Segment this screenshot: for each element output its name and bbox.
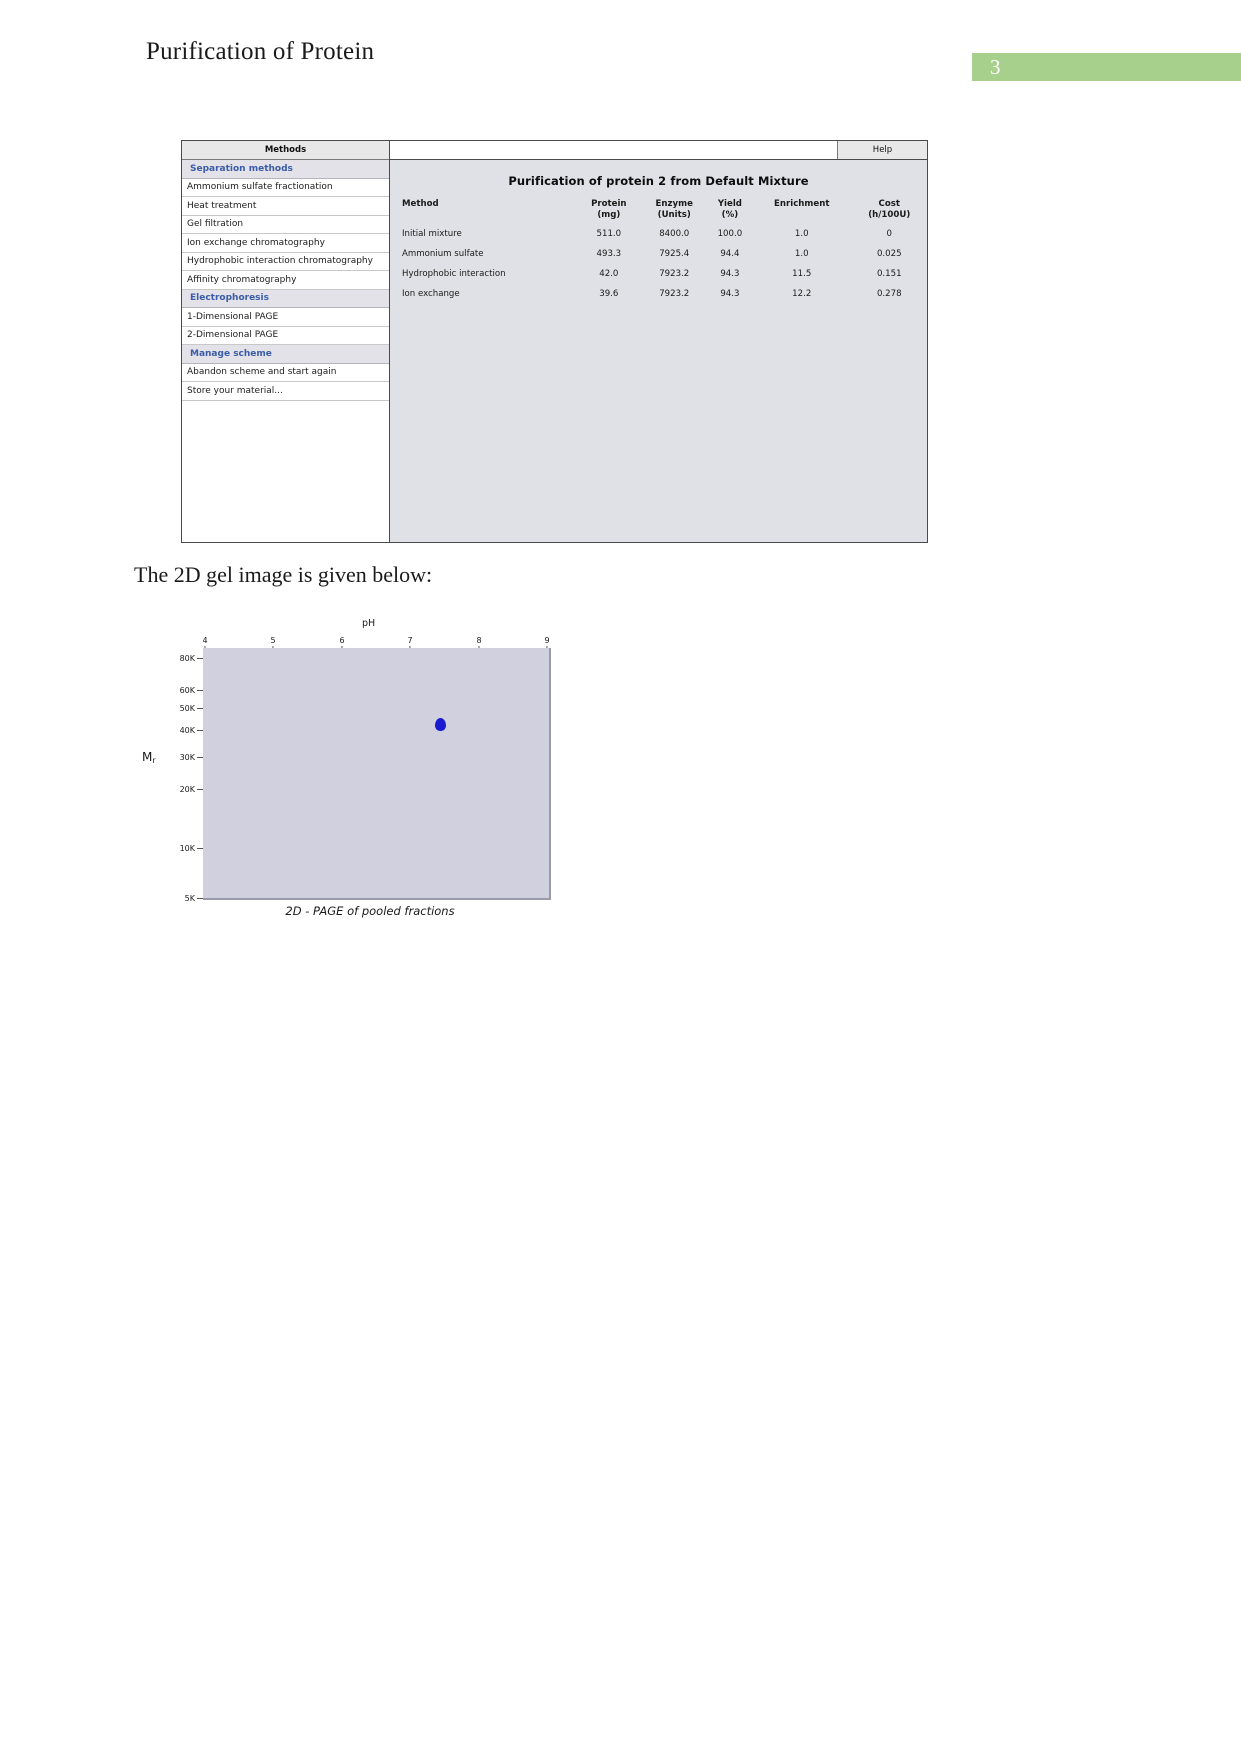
result-title: Purification of protein 2 from Default M… <box>508 174 809 188</box>
cell-protein: 511.0 <box>596 229 622 239</box>
menu-item-label: Abandon scheme and start again <box>187 367 337 378</box>
gel-plot-area <box>203 648 551 900</box>
column-header-method: Method <box>402 199 439 209</box>
cell-method: Initial mixture <box>402 229 462 239</box>
mr-tick-50k: 50K <box>180 704 203 713</box>
menu-group-manage-scheme: Manage scheme <box>182 345 389 364</box>
tab-help[interactable]: Help <box>837 141 927 159</box>
document-header: Purification of Protein 3 <box>0 0 1241 100</box>
cell-yield: 94.3 <box>720 289 740 299</box>
mr-tick-30k: 30K <box>180 753 203 762</box>
menu-item-label: Store your material... <box>187 385 283 396</box>
menu-group-label: Manage scheme <box>190 348 272 359</box>
menu-item-label: 1-Dimensional PAGE <box>187 311 279 322</box>
cell-yield: 100.0 <box>717 229 743 239</box>
menu-item-1-dimensional-page[interactable]: 1-Dimensional PAGE <box>182 308 389 327</box>
application-window-screenshot: Methods Separation methods Ammonium sulf… <box>181 140 928 543</box>
cell-enzyme: 7923.2 <box>659 269 690 279</box>
gel-figure-caption: 2D - PAGE of pooled fractions <box>285 904 455 918</box>
menu-item-label: Affinity chromatography <box>187 274 297 285</box>
menu-item-gel-filtration[interactable]: Gel filtration <box>182 216 389 234</box>
table-row: Ammonium sulfate 493.3 7925.4 94.4 1.0 0… <box>390 244 927 264</box>
column-header-enrichment: Enrichment <box>774 199 830 209</box>
mr-axis-ticks: 80K 60K 50K 40K 30K 20K 10K 5K <box>140 648 203 903</box>
menu-item-ion-exchange-chromatography[interactable]: Ion exchange chromatography <box>182 234 389 253</box>
menu-item-heat-treatment[interactable]: Heat treatment <box>182 197 389 216</box>
menu-item-2-dimensional-page[interactable]: 2-Dimensional PAGE <box>182 327 389 345</box>
gel-spot-protein-2[interactable] <box>435 718 446 731</box>
menu-group-separation-methods: Separation methods <box>182 160 389 179</box>
cell-enzyme: 7925.4 <box>659 249 690 259</box>
mr-tick-60k: 60K <box>180 686 203 695</box>
column-header-cost: Cost (h/100U) <box>868 199 911 220</box>
menu-item-label: Heat treatment <box>187 200 257 211</box>
menu-item-label: 2-Dimensional PAGE <box>187 330 279 341</box>
mr-tick-40k: 40K <box>180 726 203 735</box>
cell-yield: 94.3 <box>720 269 740 279</box>
page-title: Purification of Protein <box>146 38 375 65</box>
2d-gel-figure: pH 4 5 6 7 8 9 Mr 80K 60K 50K 40K 30K 20… <box>140 612 600 932</box>
mr-tick-80k: 80K <box>180 654 203 663</box>
cell-method: Ammonium sulfate <box>402 249 484 259</box>
cell-enrichment: 1.0 <box>794 229 809 239</box>
column-header-yield: Yield (%) <box>717 199 742 220</box>
methods-menu-list: Separation methods Ammonium sulfate frac… <box>182 160 389 542</box>
cell-cost: 0.151 <box>876 269 902 279</box>
cell-enzyme: 7923.2 <box>659 289 690 299</box>
cell-enzyme: 8400.0 <box>659 229 690 239</box>
cell-cost: 0.278 <box>876 289 902 299</box>
cell-cost: 0 <box>886 229 892 239</box>
cell-cost: 0.025 <box>876 249 902 259</box>
menu-group-label: Separation methods <box>190 163 293 174</box>
content-panel: Help Purification of protein 2 from Defa… <box>390 141 927 542</box>
table-row: Initial mixture 511.0 8400.0 100.0 1.0 0 <box>390 224 927 244</box>
menu-item-ammonium-sulfate-fractionation[interactable]: Ammonium sulfate fractionation <box>182 179 389 197</box>
table-row: Ion exchange 39.6 7923.2 94.3 12.2 0.278 <box>390 284 927 304</box>
menu-group-electrophoresis: Electrophoresis <box>182 289 389 308</box>
cell-enrichment: 1.0 <box>794 249 809 259</box>
menu-item-hydrophobic-interaction-chromatography[interactable]: Hydrophobic interaction chromatography <box>182 253 389 271</box>
methods-panel: Methods Separation methods Ammonium sulf… <box>182 141 390 542</box>
menu-item-abandon-scheme[interactable]: Abandon scheme and start again <box>182 364 389 382</box>
tab-strip: Help <box>390 141 927 160</box>
purification-results-table: Method Protein (mg) Enzyme (Units) Yield… <box>390 199 927 304</box>
cell-method: Ion exchange <box>402 289 460 299</box>
cell-protein: 493.3 <box>596 249 622 259</box>
menu-item-store-your-material[interactable]: Store your material... <box>182 382 389 401</box>
menu-item-label: Hydrophobic interaction chromatography <box>187 256 373 267</box>
menu-item-label: Ammonium sulfate fractionation <box>187 182 333 193</box>
cell-yield: 94.4 <box>720 249 740 259</box>
menu-item-label: Ion exchange chromatography <box>187 237 325 248</box>
mr-tick-5k: 5K <box>185 894 203 903</box>
cell-protein: 42.0 <box>599 269 619 279</box>
cell-enrichment: 12.2 <box>792 289 812 299</box>
mr-tick-10k: 10K <box>180 844 203 853</box>
table-row: Hydrophobic interaction 42.0 7923.2 94.3… <box>390 264 927 284</box>
table-header-row: Method Protein (mg) Enzyme (Units) Yield… <box>390 199 927 224</box>
menu-item-affinity-chromatography[interactable]: Affinity chromatography <box>182 271 389 290</box>
menu-item-label: Gel filtration <box>187 219 244 230</box>
cell-method: Hydrophobic interaction <box>402 269 506 279</box>
menu-group-label: Electrophoresis <box>190 293 269 304</box>
page-number-badge: 3 <box>972 53 1241 81</box>
column-header-protein: Protein (mg) <box>591 199 627 220</box>
cell-enrichment: 11.5 <box>792 269 812 279</box>
methods-panel-header: Methods <box>182 141 389 160</box>
cell-protein: 39.6 <box>599 289 619 299</box>
body-paragraph: The 2D gel image is given below: <box>134 562 433 587</box>
page-number: 3 <box>990 55 1001 79</box>
purification-result-area: Purification of protein 2 from Default M… <box>390 160 927 542</box>
ph-axis-label: pH <box>362 618 376 629</box>
column-header-enzyme: Enzyme (Units) <box>655 199 693 220</box>
mr-tick-20k: 20K <box>180 785 203 794</box>
